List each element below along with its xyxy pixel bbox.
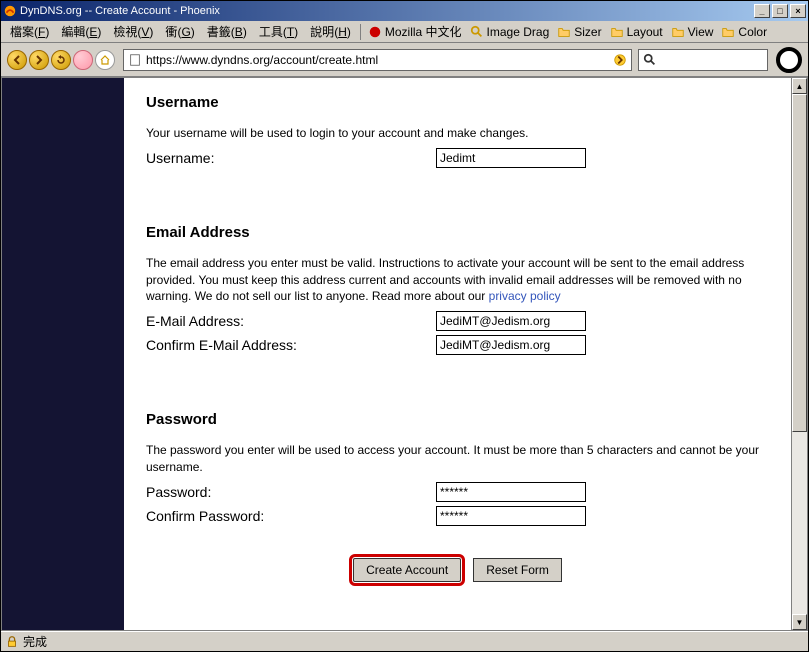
forward-button[interactable] xyxy=(29,50,49,70)
username-label: Username: xyxy=(146,150,436,166)
confirm-password-input[interactable] xyxy=(436,506,586,526)
toolbar-mozilla-cn[interactable]: Mozilla 中文化 xyxy=(364,21,466,42)
folder-icon xyxy=(610,25,624,39)
toolbar-view[interactable]: View xyxy=(667,23,718,41)
window-title: DynDNS.org -- Create Account - Phoenix xyxy=(20,5,752,17)
folder-icon xyxy=(671,25,685,39)
toolbar-color[interactable]: Color xyxy=(717,23,771,41)
folder-icon xyxy=(721,25,735,39)
menu-tools[interactable]: 工具(T) xyxy=(253,21,304,42)
confirm-email-input[interactable] xyxy=(436,335,586,355)
lock-icon xyxy=(5,635,19,649)
privacy-policy-link[interactable]: privacy policy xyxy=(489,289,561,303)
email-input[interactable] xyxy=(436,311,586,331)
title-bar: DynDNS.org -- Create Account - Phoenix _… xyxy=(1,1,808,21)
menu-separator xyxy=(360,24,361,40)
magnify-icon xyxy=(470,25,484,39)
username-help: Your username will be used to login to y… xyxy=(146,125,769,142)
toolbar-sizer[interactable]: Sizer xyxy=(553,23,605,41)
back-button[interactable] xyxy=(7,50,27,70)
search-box[interactable] xyxy=(638,49,768,71)
home-button[interactable] xyxy=(95,50,115,70)
page-content: Username Your username will be used to l… xyxy=(124,78,791,630)
menu-view[interactable]: 檢視(V) xyxy=(107,21,159,42)
confirm-email-label: Confirm E-Mail Address: xyxy=(146,337,436,353)
username-heading: Username xyxy=(146,94,769,111)
reset-form-button[interactable]: Reset Form xyxy=(473,558,562,582)
minimize-button[interactable]: _ xyxy=(754,4,770,18)
go-icon[interactable] xyxy=(613,53,627,67)
stop-button[interactable] xyxy=(73,50,93,70)
email-help: The email address you enter must be vali… xyxy=(146,255,769,305)
search-input[interactable] xyxy=(660,53,760,67)
mozilla-icon xyxy=(368,25,382,39)
menu-bar: 檔案(F) 編輯(E) 檢視(V) 衝(G) 書籤(B) 工具(T) 說明(H)… xyxy=(1,21,808,43)
menu-file[interactable]: 檔案(F) xyxy=(4,21,55,42)
scroll-thumb[interactable] xyxy=(792,94,807,432)
status-bar: 完成 xyxy=(1,631,808,651)
create-account-button[interactable]: Create Account xyxy=(353,558,461,582)
password-help: The password you enter will be used to a… xyxy=(146,442,769,476)
menu-help[interactable]: 說明(H) xyxy=(304,21,357,42)
url-input[interactable] xyxy=(146,53,613,67)
scroll-up-button[interactable]: ▲ xyxy=(792,78,807,94)
email-heading: Email Address xyxy=(146,224,769,241)
maximize-button[interactable]: □ xyxy=(772,4,788,18)
nav-toolbar xyxy=(1,43,808,77)
toolbar-image-drag[interactable]: Image Drag xyxy=(466,23,554,41)
confirm-password-label: Confirm Password: xyxy=(146,508,436,524)
menu-edit[interactable]: 編輯(E) xyxy=(55,21,107,42)
menu-bookmarks[interactable]: 書籤(B) xyxy=(201,21,253,42)
password-input[interactable] xyxy=(436,482,586,502)
page-icon xyxy=(128,53,142,67)
password-label: Password: xyxy=(146,484,436,500)
app-icon xyxy=(3,4,17,18)
scroll-down-button[interactable]: ▼ xyxy=(792,614,807,630)
scroll-track[interactable] xyxy=(792,94,807,614)
page-sidebar xyxy=(2,78,124,630)
search-icon xyxy=(643,53,657,67)
close-button[interactable]: × xyxy=(790,4,806,18)
url-bar[interactable] xyxy=(123,49,632,71)
status-text: 完成 xyxy=(23,633,47,650)
throbber-icon xyxy=(776,47,802,73)
menu-go[interactable]: 衝(G) xyxy=(159,21,200,42)
username-input[interactable] xyxy=(436,148,586,168)
folder-icon xyxy=(557,25,571,39)
vertical-scrollbar[interactable]: ▲ ▼ xyxy=(791,78,807,630)
password-heading: Password xyxy=(146,411,769,428)
toolbar-layout[interactable]: Layout xyxy=(606,23,667,41)
email-label: E-Mail Address: xyxy=(146,313,436,329)
reload-button[interactable] xyxy=(51,50,71,70)
